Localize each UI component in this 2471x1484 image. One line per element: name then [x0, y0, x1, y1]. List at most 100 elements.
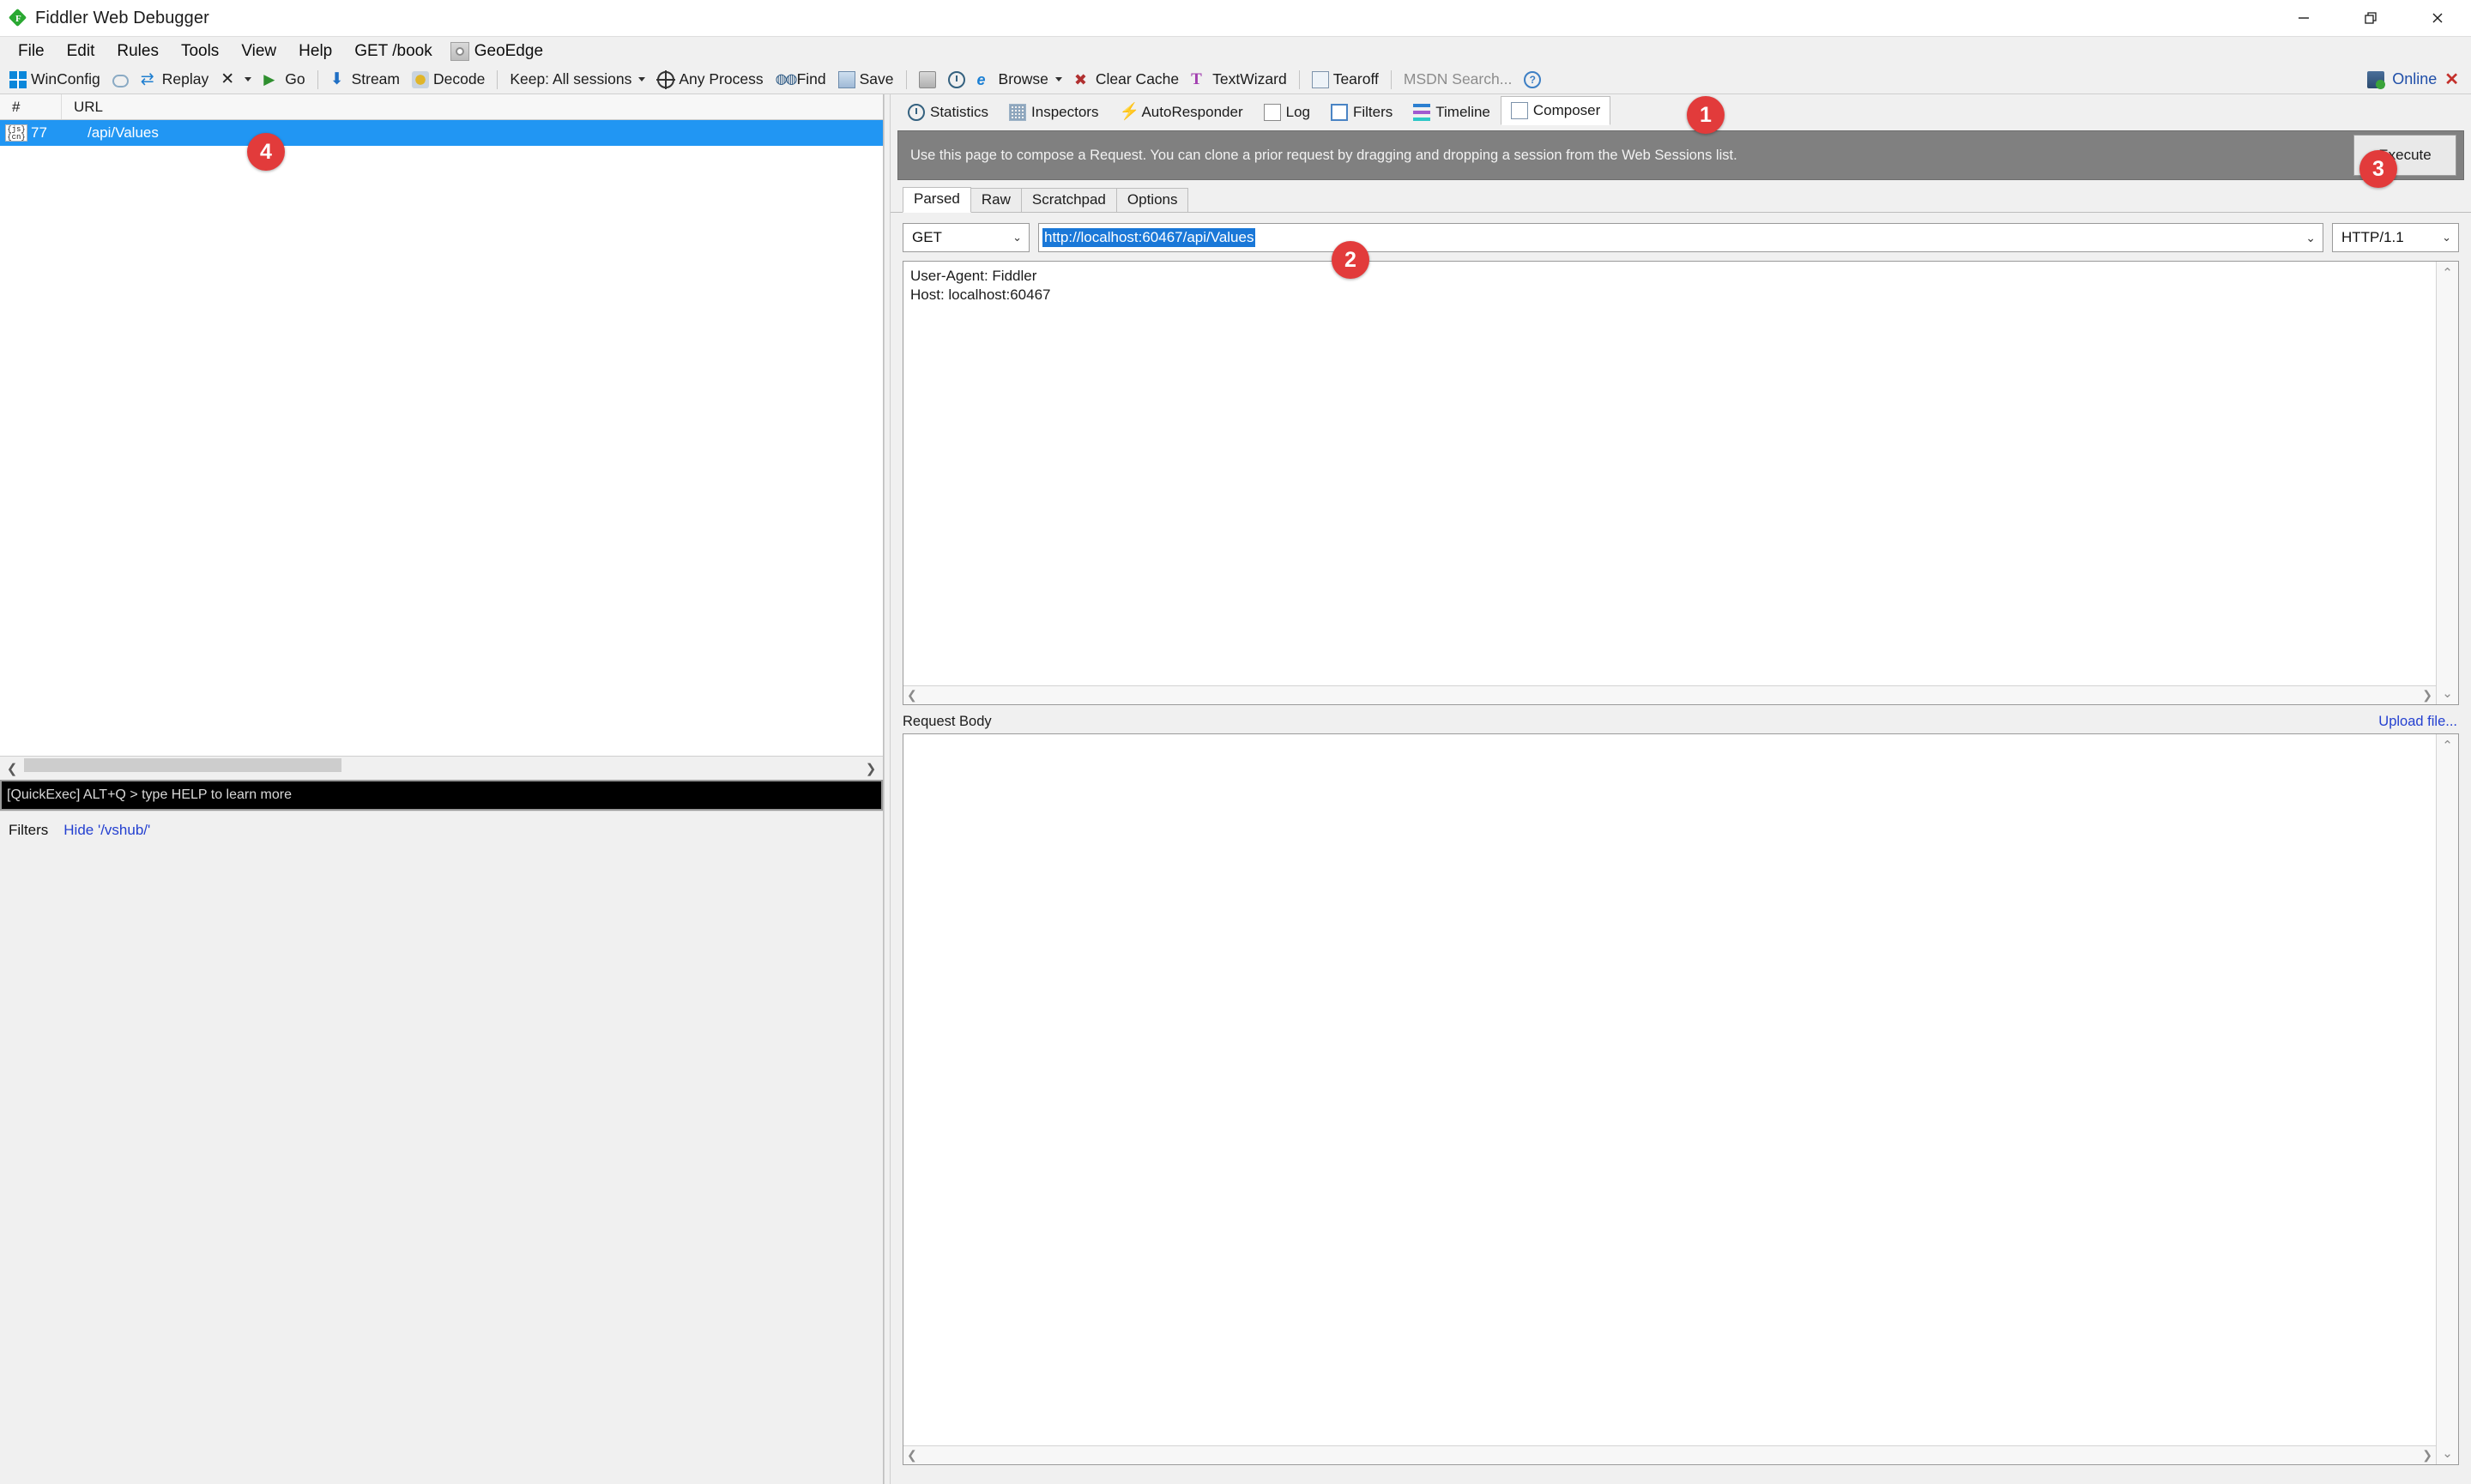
scroll-right-icon[interactable]: ❯ — [2422, 688, 2432, 703]
scroll-left-icon[interactable]: ❮ — [0, 761, 24, 776]
camera-icon — [918, 70, 936, 88]
filter-hide-vshub-link[interactable]: Hide '/vshub/' — [63, 822, 150, 839]
winconfig-button[interactable]: WinConfig — [3, 67, 106, 93]
subtab-scratchpad[interactable]: Scratchpad — [1020, 188, 1117, 212]
http-version-value: HTTP/1.1 — [2341, 229, 2404, 245]
request-body-editor[interactable]: ⌃ ⌄ ❮ ❯ — [903, 733, 2459, 1465]
body-vertical-scrollbar[interactable]: ⌃ ⌄ — [2436, 734, 2458, 1464]
menu-item-get-book[interactable]: GET /book — [343, 39, 443, 63]
tab-autoresponder[interactable]: ⚡ AutoResponder — [1109, 99, 1253, 125]
headers-horizontal-scrollbar[interactable]: ❮ ❯ — [903, 685, 2436, 704]
subtab-options[interactable]: Options — [1115, 188, 1189, 212]
request-body-label: Request Body — [903, 714, 992, 729]
menu-item-rules[interactable]: Rules — [106, 39, 170, 63]
scroll-right-icon[interactable]: ❯ — [859, 761, 883, 776]
toolbar-separator — [1298, 69, 1300, 89]
autoresponder-bolt-icon: ⚡ — [1119, 103, 1140, 121]
scroll-down-icon[interactable]: ⌄ — [2442, 1445, 2453, 1461]
screenshot-button[interactable] — [913, 67, 942, 93]
help-button[interactable]: ? — [1518, 67, 1547, 93]
stream-button[interactable]: ⬇ Stream — [324, 67, 406, 93]
http-method-select[interactable]: GET ⌄ — [903, 223, 1030, 252]
tab-filters[interactable]: Filters — [1320, 99, 1403, 125]
scroll-left-icon[interactable]: ❮ — [907, 688, 917, 703]
scroll-down-icon[interactable]: ⌄ — [2442, 685, 2453, 701]
request-body-text[interactable] — [903, 734, 2436, 1464]
remove-button[interactable]: ✕ — [214, 67, 257, 93]
request-headers-editor[interactable]: User-Agent: Fiddler Host: localhost:6046… — [903, 261, 2459, 705]
textwizard-label: TextWizard — [1212, 70, 1287, 87]
request-url-input[interactable]: http://localhost:60467/api/Values ⌄ — [1038, 223, 2323, 252]
browse-button[interactable]: e Browse — [971, 67, 1068, 93]
tab-inspectors[interactable]: Inspectors — [999, 99, 1109, 125]
tab-composer[interactable]: Composer — [1500, 96, 1611, 125]
browse-label: Browse — [998, 70, 1048, 87]
upload-file-link[interactable]: Upload file... — [2378, 714, 2457, 730]
comment-button[interactable] — [106, 67, 135, 93]
menu-item-view[interactable]: View — [230, 39, 287, 63]
keep-sessions-dropdown[interactable]: Keep: All sessions — [504, 67, 651, 93]
tearoff-button[interactable]: Tearoff — [1306, 67, 1385, 93]
go-button[interactable]: ▶ Go — [257, 67, 311, 93]
left-pane-filler — [0, 848, 883, 1484]
web-sessions-pane: # URL {js} {cn} 77 /api/Values ❮ ❯ [Quick… — [0, 94, 884, 1484]
scroll-up-icon[interactable]: ⌃ — [2442, 265, 2453, 281]
request-url-value: http://localhost:60467/api/Values — [1042, 228, 1256, 247]
close-icon[interactable] — [2404, 0, 2471, 36]
tab-statistics[interactable]: Statistics — [897, 99, 999, 125]
menu-item-edit[interactable]: Edit — [56, 39, 106, 63]
column-header-url[interactable]: URL — [62, 99, 103, 116]
tab-timeline[interactable]: Timeline — [1403, 99, 1501, 125]
scroll-right-icon[interactable]: ❯ — [2422, 1448, 2432, 1463]
sessions-column-header: # URL — [0, 94, 883, 120]
save-button[interactable]: Save — [832, 67, 900, 93]
tearoff-icon — [1311, 70, 1329, 88]
execute-button[interactable]: Execute — [2353, 135, 2456, 176]
scroll-left-icon[interactable]: ❮ — [907, 1448, 917, 1463]
menu-item-tools[interactable]: Tools — [170, 39, 230, 63]
online-close-icon[interactable]: ✕ — [2444, 69, 2459, 90]
window-controls — [2270, 0, 2471, 36]
any-process-button[interactable]: Any Process — [651, 67, 769, 93]
sessions-horizontal-scrollbar[interactable]: ❮ ❯ — [0, 756, 883, 780]
remove-x-icon: ✕ — [221, 69, 235, 88]
headers-vertical-scrollbar[interactable]: ⌃ ⌄ — [2436, 262, 2458, 704]
save-icon — [837, 70, 855, 88]
restore-icon[interactable] — [2337, 0, 2404, 36]
textwizard-button[interactable]: T TextWizard — [1185, 67, 1293, 93]
subtab-raw[interactable]: Raw — [970, 188, 1022, 212]
execute-button-label: Execute — [2378, 147, 2432, 163]
http-version-select[interactable]: HTTP/1.1 ⌄ — [2332, 223, 2459, 252]
clear-cache-button[interactable]: ✖ Clear Cache — [1068, 67, 1185, 93]
table-row[interactable]: {js} {cn} 77 /api/Values — [0, 120, 883, 146]
binoculars-icon: ◍◍ — [775, 71, 798, 87]
decode-button[interactable]: Decode — [406, 67, 491, 93]
scrollbar-thumb[interactable] — [24, 758, 341, 772]
menu-item-help[interactable]: Help — [287, 39, 343, 63]
replay-button[interactable]: ⇄ Replay — [135, 67, 214, 93]
filters-label: Filters — [9, 821, 49, 838]
column-header-number[interactable]: # — [0, 94, 62, 119]
pane-splitter[interactable] — [884, 94, 891, 1484]
online-label[interactable]: Online — [2392, 70, 2437, 88]
sessions-list[interactable]: {js} {cn} 77 /api/Values — [0, 120, 883, 756]
timer-button[interactable] — [942, 67, 971, 93]
menu-item-geoedge[interactable]: GeoEdge — [474, 39, 554, 63]
menu-item-file[interactable]: File — [7, 39, 56, 63]
find-button[interactable]: ◍◍ Find — [770, 67, 832, 93]
clear-cache-icon: ✖ — [1073, 70, 1087, 88]
statistics-icon — [908, 104, 925, 121]
minimize-icon[interactable] — [2270, 0, 2337, 36]
help-icon: ? — [1524, 70, 1542, 88]
tab-log[interactable]: Log — [1254, 99, 1320, 125]
scroll-up-icon[interactable]: ⌃ — [2442, 738, 2453, 753]
chevron-down-icon — [638, 77, 646, 81]
quickexec-input[interactable]: [QuickExec] ALT+Q > type HELP to learn m… — [0, 780, 883, 811]
request-headers-text[interactable]: User-Agent: Fiddler Host: localhost:6046… — [903, 262, 2436, 704]
composer-subtabs: Parsed Raw Scratchpad Options — [891, 187, 2471, 213]
body-horizontal-scrollbar[interactable]: ❮ ❯ — [903, 1445, 2436, 1464]
subtab-parsed[interactable]: Parsed — [903, 187, 971, 213]
chevron-down-icon[interactable]: ⌄ — [2305, 231, 2316, 245]
tab-inspectors-label: Inspectors — [1031, 104, 1099, 120]
msdn-search-input[interactable]: MSDN Search... — [1398, 67, 1518, 93]
